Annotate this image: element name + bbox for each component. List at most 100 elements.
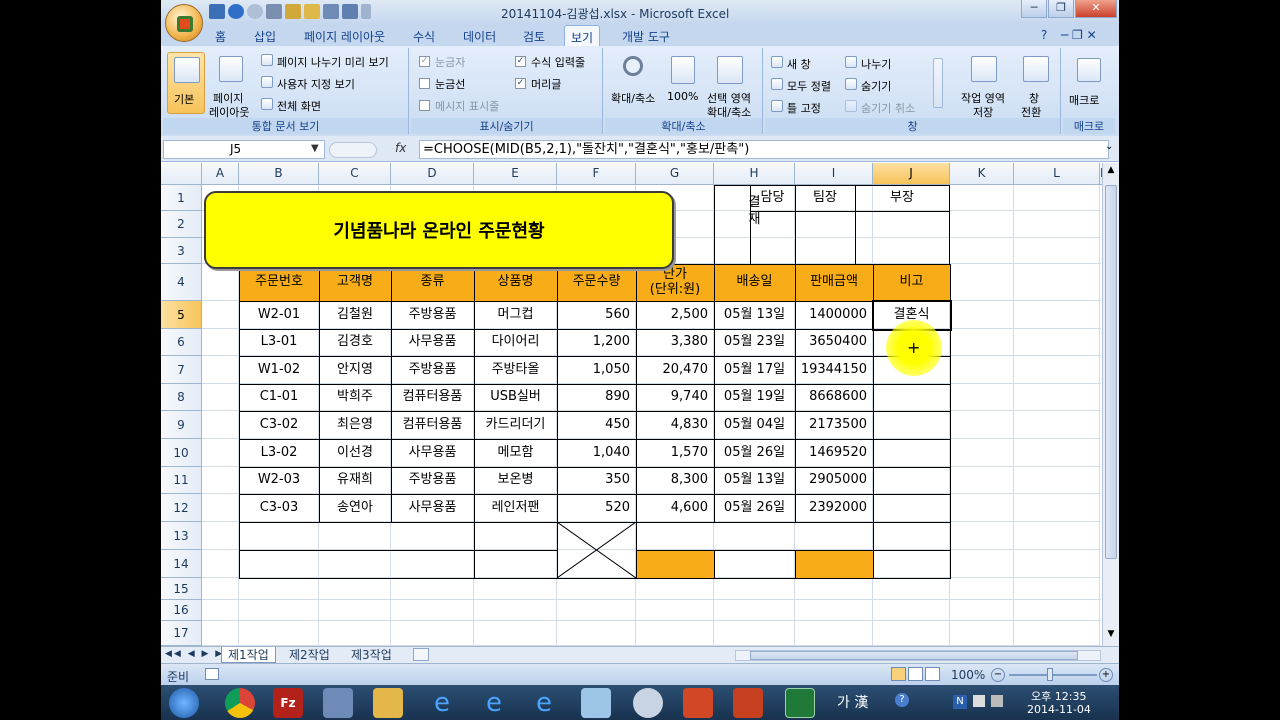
close-button[interactable]: ✕ xyxy=(1075,0,1117,18)
table-cell[interactable]: 05월 17일 xyxy=(714,356,795,384)
table-cell[interactable]: 1,050 xyxy=(557,356,636,384)
table-header-cell[interactable]: 단가 (단위:원) xyxy=(636,264,714,301)
table-cell[interactable]: 최은영 xyxy=(319,411,391,439)
hide-button[interactable]: 숨기기 xyxy=(861,78,891,94)
message-bar-checkbox[interactable] xyxy=(419,100,430,111)
powerpoint-icon[interactable] xyxy=(683,688,713,718)
table-header-cell[interactable]: 비고 xyxy=(873,264,950,301)
row-header-8[interactable]: 8 xyxy=(161,384,202,411)
table-cell[interactable]: 레인저팬 xyxy=(474,494,557,522)
macro-record-icon[interactable] xyxy=(205,668,219,680)
column-header-d[interactable]: D xyxy=(391,163,474,185)
row-header-9[interactable]: 9 xyxy=(161,411,202,439)
name-box-dropdown-icon[interactable]: ▼ xyxy=(311,143,319,154)
table-cell[interactable] xyxy=(873,411,950,439)
second-min-label[interactable] xyxy=(636,522,873,550)
tab-review[interactable]: 검토 xyxy=(523,28,545,45)
table-cell[interactable]: L3-02 xyxy=(239,439,319,467)
paint-icon[interactable] xyxy=(633,688,663,718)
scroll-down-icon[interactable]: ▼ xyxy=(1105,629,1117,643)
table-cell[interactable]: 3,380 xyxy=(636,329,714,356)
table-cell[interactable]: 05월 26일 xyxy=(714,439,795,467)
new-window-button[interactable]: 새 창 xyxy=(787,56,811,72)
zoom-100-button[interactable]: 100% xyxy=(663,52,703,116)
normal-view-button[interactable]: 기본 xyxy=(167,52,205,114)
table-header-cell[interactable]: 고객명 xyxy=(319,264,391,301)
count-label[interactable] xyxy=(239,550,474,578)
table-cell[interactable]: 주방용품 xyxy=(391,301,474,329)
column-header-g[interactable]: G xyxy=(636,163,714,185)
minimize-button[interactable]: ─ xyxy=(1021,0,1047,18)
sheet-tab-2[interactable]: 제2작업 xyxy=(283,647,336,663)
table-cell[interactable]: C3-02 xyxy=(239,411,319,439)
table-cell[interactable] xyxy=(873,439,950,467)
help-tray-icon[interactable]: ? xyxy=(895,693,909,707)
tab-developer[interactable]: 개발 도구 xyxy=(622,28,670,45)
app-icon[interactable] xyxy=(581,688,611,718)
ruler-checkbox[interactable]: ✓ xyxy=(419,56,430,67)
table-cell[interactable]: USB실버 xyxy=(474,384,557,411)
table-cell[interactable]: 4,600 xyxy=(636,494,714,522)
tab-page-layout[interactable]: 페이지 레이아웃 xyxy=(304,28,385,45)
table-cell[interactable]: W2-03 xyxy=(239,467,319,494)
table-cell[interactable]: W1-02 xyxy=(239,356,319,384)
table-header-cell[interactable]: 주문번호 xyxy=(239,264,319,301)
table-cell[interactable]: 송연아 xyxy=(319,494,391,522)
ie-icon-2[interactable]: e xyxy=(479,688,509,718)
table-cell[interactable]: 유재희 xyxy=(319,467,391,494)
macros-button[interactable]: 매크로 xyxy=(1067,52,1111,116)
row-header-17[interactable]: 17 xyxy=(161,621,202,646)
ime-indicator[interactable]: 가 漢 xyxy=(837,692,868,712)
table-cell[interactable] xyxy=(873,384,950,411)
row-header-10[interactable]: 10 xyxy=(161,439,202,467)
table-cell[interactable]: C3-03 xyxy=(239,494,319,522)
gridlines-checkbox[interactable] xyxy=(419,78,430,89)
sheet-title-shape[interactable]: 기념품나라 온라인 주문현황 xyxy=(204,191,674,269)
clock-time[interactable]: 오후 12:35 xyxy=(1031,688,1086,704)
table-cell[interactable]: 머그컵 xyxy=(474,301,557,329)
insert-sheet-icon[interactable] xyxy=(413,648,429,661)
column-header-l[interactable]: L xyxy=(1014,163,1100,185)
horizontal-scrollbar[interactable] xyxy=(735,650,1101,661)
row-header-1[interactable]: 1 xyxy=(161,185,202,211)
table-header-cell[interactable]: 배송일 xyxy=(714,264,795,301)
sheet-tab-1[interactable]: 제1작업 xyxy=(221,647,276,663)
table-cell[interactable]: 05월 13일 xyxy=(714,301,795,329)
page-break-shortcut-icon[interactable] xyxy=(925,667,940,681)
tab-formulas[interactable]: 수식 xyxy=(413,28,435,45)
headings-checkbox[interactable]: ✓ xyxy=(515,78,526,89)
office-button[interactable] xyxy=(165,4,203,42)
table-header-cell[interactable]: 상품명 xyxy=(474,264,557,301)
table-cell[interactable]: 1400000 xyxy=(795,301,873,329)
row-header-16[interactable]: 16 xyxy=(161,600,202,621)
name-box[interactable]: J5 xyxy=(163,140,325,159)
table-cell[interactable]: 사무용품 xyxy=(391,494,474,522)
restore-button[interactable]: ❐ xyxy=(1048,0,1074,18)
tray-n-icon[interactable]: N xyxy=(953,695,967,709)
excel-taskbar-icon[interactable] xyxy=(785,688,815,718)
avg-value[interactable] xyxy=(474,522,557,550)
select-all-corner[interactable] xyxy=(161,163,202,185)
formula-input[interactable]: =CHOOSE(MID(B5,2,1),"돌잔치","결혼식","홍보/판촉") xyxy=(419,140,1109,159)
clock-date[interactable]: 2014-11-04 xyxy=(1027,703,1091,716)
table-cell[interactable]: 8668600 xyxy=(795,384,873,411)
tab-data[interactable]: 데이터 xyxy=(463,28,496,45)
table-cell[interactable]: 350 xyxy=(557,467,636,494)
arrange-all-button[interactable]: 모두 정렬 xyxy=(787,78,831,94)
column-header-b[interactable]: B xyxy=(239,163,319,185)
table-cell[interactable]: 05월 13일 xyxy=(714,467,795,494)
zoom-to-selection-button[interactable]: 선택 영역 확대/축소 xyxy=(703,52,759,119)
zoom-slider[interactable] xyxy=(1009,674,1097,676)
tab-insert[interactable]: 삽입 xyxy=(254,28,276,45)
ie-icon-3[interactable]: e xyxy=(529,688,559,718)
column-header-k[interactable]: K xyxy=(950,163,1014,185)
zoom-level[interactable]: 100% xyxy=(951,668,985,682)
table-cell[interactable]: 주방용품 xyxy=(391,356,474,384)
save-workspace-button[interactable]: 작업 영역 저장 xyxy=(957,52,1013,119)
table-cell[interactable]: 520 xyxy=(557,494,636,522)
sheet-tab-3[interactable]: 제3작업 xyxy=(345,647,398,663)
row-header-11[interactable]: 11 xyxy=(161,467,202,494)
switch-windows-button[interactable]: 창 전환 xyxy=(1017,52,1057,119)
column-header-a[interactable]: A xyxy=(202,163,239,185)
second-min-value[interactable] xyxy=(873,522,950,550)
